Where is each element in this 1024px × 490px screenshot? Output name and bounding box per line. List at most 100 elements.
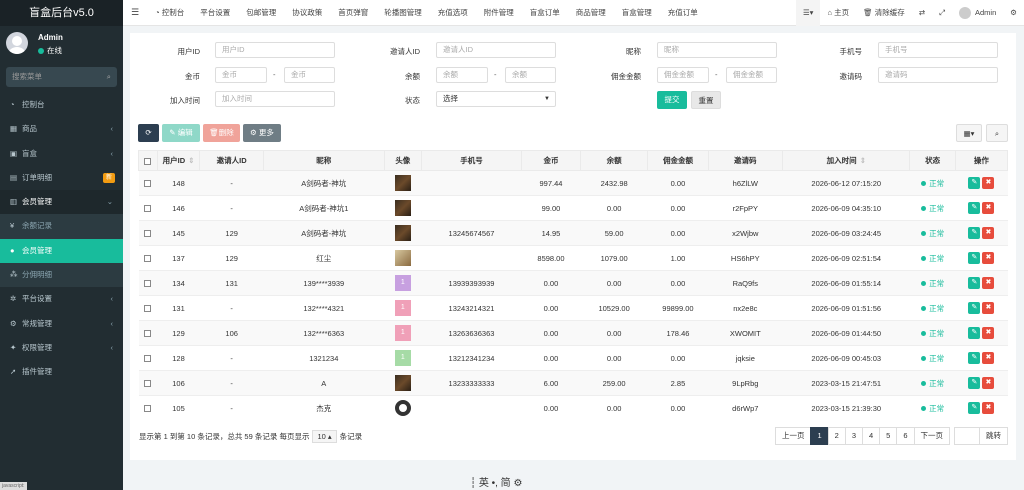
row-checkbox[interactable]: [144, 230, 152, 238]
home-button[interactable]: ⌂ 主页: [820, 0, 856, 26]
delete-row-icon[interactable]: ✖: [982, 352, 995, 364]
status-select[interactable]: 选择 ▼: [436, 91, 556, 107]
delete-row-icon[interactable]: ✖: [982, 402, 995, 415]
delete-row-icon[interactable]: ✖: [982, 302, 995, 314]
top-nav-item-0[interactable]: ◔ 控制台: [147, 7, 192, 18]
page-button-5[interactable]: 5: [879, 427, 898, 445]
row-checkbox[interactable]: [144, 330, 152, 338]
top-nav-item-7[interactable]: 附件管理: [476, 7, 522, 18]
sidebar-item-3[interactable]: ▤ 订单明细 新: [0, 166, 123, 190]
phone-input[interactable]: 手机号: [878, 42, 998, 58]
fullscreen-icon[interactable]: ⤢: [932, 0, 952, 26]
sidebar-item-0[interactable]: ◔ 控制台: [0, 93, 123, 117]
top-nav-item-8[interactable]: 盲盒订单: [522, 7, 568, 18]
sidebar-item-2[interactable]: ▣ 盲盒 ‹: [0, 142, 123, 166]
balance-min-input[interactable]: 余额: [436, 67, 488, 83]
search-toggle-button[interactable]: ⌕: [986, 124, 1008, 142]
balance-max-input[interactable]: 余额: [505, 67, 556, 83]
delete-row-icon[interactable]: ✖: [982, 377, 995, 389]
settings-icon[interactable]: ⚙: [513, 478, 522, 489]
delete-row-icon[interactable]: ✖: [982, 227, 995, 239]
row-checkbox[interactable]: [144, 280, 152, 288]
invite-code-input[interactable]: 邀请码: [878, 67, 998, 83]
coin-max-input[interactable]: 金币: [284, 67, 335, 83]
column-header[interactable]: 邀请人ID: [199, 150, 264, 171]
page-button-2[interactable]: 2: [827, 427, 846, 445]
page-button-1[interactable]: 1: [810, 427, 829, 445]
page-size-select[interactable]: 10 ▴: [312, 430, 337, 443]
delete-button[interactable]: 🗑删除: [203, 124, 240, 142]
top-nav-item-9[interactable]: 商品管理: [568, 7, 614, 18]
top-nav-item-11[interactable]: 充值订单: [660, 7, 706, 18]
prev-page-button[interactable]: 上一页: [774, 427, 812, 445]
edit-row-icon[interactable]: ✎: [968, 227, 981, 239]
clear-cache-button[interactable]: 🗑 清除缓存: [856, 0, 912, 26]
select-all-checkbox[interactable]: [144, 157, 152, 165]
row-checkbox[interactable]: [144, 305, 152, 313]
edit-row-icon[interactable]: ✎: [968, 327, 981, 339]
column-header[interactable]: 余额: [579, 150, 649, 171]
uid-input[interactable]: 用户ID: [215, 42, 335, 58]
commission-max-input[interactable]: 佣金金额: [726, 67, 777, 83]
sidebar-item-8[interactable]: ✲ 平台设置 ‹: [0, 287, 123, 311]
column-header[interactable]: 操作: [954, 150, 1009, 171]
top-nav-item-10[interactable]: 盲盒管理: [614, 7, 660, 18]
row-checkbox[interactable]: [144, 380, 152, 388]
coin-min-input[interactable]: 金币: [215, 67, 267, 83]
page-button-3[interactable]: 3: [844, 427, 863, 445]
delete-row-icon[interactable]: ✖: [982, 177, 995, 189]
column-header[interactable]: 状态: [909, 150, 956, 171]
reset-button[interactable]: 重置: [691, 91, 721, 109]
settings-gear-icon[interactable]: ⚙: [1003, 0, 1024, 26]
submit-button[interactable]: 提交: [657, 91, 687, 109]
refresh-button[interactable]: ⟳: [138, 124, 159, 142]
translate-icon[interactable]: ⇄: [912, 0, 932, 26]
sidebar-item-9[interactable]: ⚙ 常规管理 ‹: [0, 312, 123, 336]
delete-row-icon[interactable]: ✖: [982, 327, 995, 339]
delete-row-icon[interactable]: ✖: [982, 252, 995, 264]
row-checkbox[interactable]: [144, 405, 152, 413]
edit-button[interactable]: ✎ 编辑: [162, 124, 200, 142]
commission-min-input[interactable]: 佣金金额: [657, 67, 709, 83]
top-nav-item-6[interactable]: 充值选项: [430, 7, 476, 18]
next-page-button[interactable]: 下一页: [913, 427, 950, 445]
edit-row-icon[interactable]: ✎: [968, 302, 981, 314]
page-button-6[interactable]: 6: [896, 427, 915, 445]
row-checkbox[interactable]: [144, 355, 152, 363]
delete-row-icon[interactable]: ✖: [982, 277, 995, 289]
admin-menu[interactable]: Admin: [952, 0, 1003, 26]
more-button[interactable]: ⚙ 更多: [243, 124, 281, 142]
sidebar-item-5[interactable]: ¥ 余额记录: [0, 214, 123, 239]
sidebar-item-7[interactable]: ⁂ 分佣明细: [0, 263, 123, 288]
sort-icon[interactable]: ⇕: [188, 156, 194, 165]
search-icon[interactable]: ⌕: [107, 67, 111, 87]
sort-icon[interactable]: ⇕: [860, 156, 866, 165]
edit-row-icon[interactable]: ✎: [968, 352, 981, 364]
column-header[interactable]: 金币: [521, 150, 581, 171]
edit-row-icon[interactable]: ✎: [968, 402, 981, 415]
top-nav-item-5[interactable]: 轮播图管理: [376, 7, 430, 18]
top-nav-item-4[interactable]: 首页弹窗: [330, 7, 376, 18]
sidebar-item-4[interactable]: ▥ 会员管理 ⌄: [0, 190, 123, 215]
row-checkbox[interactable]: [144, 205, 152, 213]
list-icon[interactable]: ☰▾: [795, 0, 821, 26]
edit-row-icon[interactable]: ✎: [968, 252, 981, 264]
row-checkbox[interactable]: [144, 255, 152, 263]
inviter-input[interactable]: 邀请人ID: [436, 42, 556, 58]
top-nav-item-3[interactable]: 协议政策: [284, 7, 330, 18]
column-header[interactable]: 昵称: [262, 150, 385, 171]
columns-button[interactable]: ▦▾: [956, 124, 982, 142]
edit-row-icon[interactable]: ✎: [968, 277, 981, 289]
edit-row-icon[interactable]: ✎: [968, 202, 981, 214]
top-nav-item-2[interactable]: 包邮管理: [238, 7, 284, 18]
column-header[interactable]: 头像: [383, 150, 422, 171]
nickname-input[interactable]: 昵称: [657, 42, 777, 58]
edit-row-icon[interactable]: ✎: [968, 177, 981, 189]
jump-page-input[interactable]: [954, 427, 980, 445]
select-all-header[interactable]: [138, 150, 158, 171]
edit-row-icon[interactable]: ✎: [968, 377, 981, 389]
top-nav-item-1[interactable]: 平台设置: [192, 7, 238, 18]
menu-search-input[interactable]: 搜索菜单 ⌕: [6, 67, 117, 87]
sidebar-item-10[interactable]: ✦ 权限管理 ‹: [0, 336, 123, 360]
delete-row-icon[interactable]: ✖: [982, 202, 995, 214]
